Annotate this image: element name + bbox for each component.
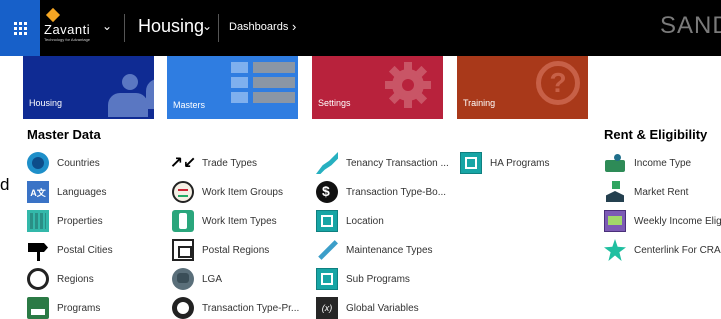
list-item-sub-programs[interactable]: Sub Programs — [316, 268, 410, 290]
ha-programs-icon — [460, 152, 482, 174]
language-icon: A文 — [27, 181, 49, 203]
tile-label: Training — [463, 98, 496, 108]
list-item-lga[interactable]: LGA — [172, 268, 222, 290]
list-item-market-rent[interactable]: Market Rent — [604, 181, 688, 203]
waffle-icon — [13, 21, 27, 35]
tile-label: Housing — [29, 98, 63, 108]
logo-tagline: Technology for Advantage — [44, 37, 91, 42]
list-item-work-item-groups[interactable]: Work Item Groups — [172, 181, 283, 203]
question-icon: ? — [536, 61, 580, 105]
chevron-down-icon[interactable]: ⌄ — [102, 19, 112, 33]
regions-icon — [27, 268, 49, 290]
list-item-ha-programs[interactable]: HA Programs — [460, 152, 549, 174]
offscreen-text-fragment: d — [0, 175, 10, 194]
top-navigation-bar: Zavanti Technology for Advantage ⌄ Housi… — [0, 0, 721, 56]
list-item-weekly-income-elig[interactable]: Weekly Income Elig — [604, 210, 721, 232]
zavanti-logo[interactable]: Zavanti Technology for Advantage — [40, 0, 96, 56]
sub-programs-icon — [316, 268, 338, 290]
properties-icon — [27, 210, 49, 232]
tile-housing[interactable]: Housing — [23, 56, 154, 119]
signpost-icon — [27, 239, 49, 261]
breadcrumb-dashboards[interactable]: Dashboards — [229, 21, 288, 33]
environment-label: SAND — [660, 12, 721, 39]
list-item-trade-types[interactable]: ↗↙ Trade Types — [170, 152, 257, 174]
list-item-maintenance-types[interactable]: Maintenance Types — [316, 239, 433, 261]
logo-diamond-icon — [45, 7, 61, 23]
income-icon — [604, 152, 626, 174]
list-item-languages[interactable]: A文 Languages — [27, 181, 107, 203]
list-item-regions[interactable]: Regions — [27, 268, 94, 290]
tile-masters[interactable]: Masters — [167, 56, 298, 119]
app-launcher-button[interactable] — [0, 0, 40, 56]
section-title-master-data: Master Data — [27, 127, 101, 142]
list-item-work-item-types[interactable]: Work Item Types — [172, 210, 277, 232]
wrench-icon — [318, 240, 338, 260]
list-item-countries[interactable]: Countries — [27, 152, 100, 174]
tile-label: Masters — [173, 100, 206, 110]
list-item-postal-regions[interactable]: Postal Regions — [172, 239, 269, 261]
weekly-income-icon — [604, 210, 626, 232]
money-icon — [316, 181, 338, 203]
logo-word: Zavanti — [44, 22, 91, 37]
tenancy-icon — [316, 152, 338, 174]
area-chevron-down-icon[interactable]: ⌄ — [202, 19, 212, 33]
nav-divider — [124, 14, 125, 42]
nav-divider — [218, 14, 219, 42]
postbox-icon — [172, 239, 194, 261]
list-item-properties[interactable]: Properties — [27, 210, 103, 232]
arrows-icon: ↗↙ — [170, 152, 196, 174]
faces-icon — [172, 181, 194, 203]
globe-icon — [27, 152, 49, 174]
lga-icon — [172, 268, 194, 290]
section-title-rent-eligibility: Rent & Eligibility — [604, 127, 708, 142]
area-tiles: Housing Masters Settings ? Training — [0, 56, 721, 119]
list-item-centerlink-for-cra[interactable]: Centerlink For CRA — [604, 239, 721, 261]
list-item-location[interactable]: Location — [316, 210, 384, 232]
location-icon — [316, 210, 338, 232]
area-switcher[interactable]: Housing — [138, 16, 204, 37]
chevron-right-icon[interactable]: › — [292, 19, 296, 34]
market-icon — [604, 181, 626, 203]
list-item-tenancy-transaction[interactable]: Tenancy Transaction ... — [316, 152, 449, 174]
tile-training[interactable]: ? Training — [457, 56, 588, 119]
centerlink-icon — [604, 239, 626, 261]
list-item-postal-cities[interactable]: Postal Cities — [27, 239, 113, 261]
list-item-income-type[interactable]: Income Type — [604, 152, 691, 174]
list-item-transaction-type-bo[interactable]: Transaction Type-Bo... — [316, 181, 446, 203]
tile-settings[interactable]: Settings — [312, 56, 443, 119]
tile-label: Settings — [318, 98, 351, 108]
phone-icon — [172, 210, 194, 232]
gear-icon — [385, 62, 431, 108]
